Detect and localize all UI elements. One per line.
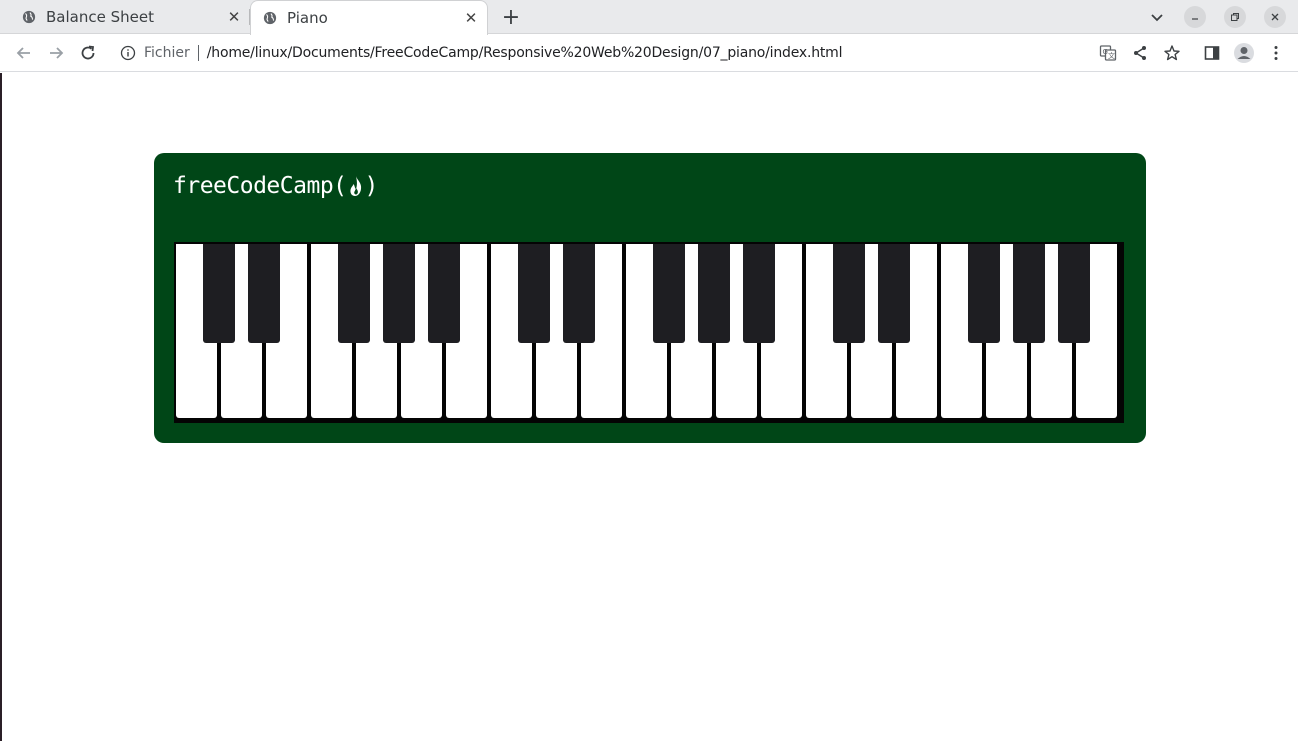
tab-balance-sheet[interactable]: Balance Sheet ✕ [10,0,250,34]
logo-text-suffix: ) [364,173,379,199]
translate-icon: G文 [1099,45,1117,61]
profile-button[interactable] [1232,41,1256,65]
browser-toolbar: Fichier /home/linux/Documents/FreeCodeCa… [0,35,1298,72]
back-button[interactable] [12,41,36,65]
close-icon [1271,13,1279,21]
black-key[interactable] [833,244,865,343]
close-icon[interactable]: ✕ [461,8,481,28]
freecodecamp-logo: freeCodeCamp( ) [173,171,378,201]
tab-title: Piano [287,9,328,27]
logo-text-prefix: freeCodeCamp( [173,173,347,199]
forward-button[interactable] [44,41,68,65]
black-key[interactable] [1058,244,1090,343]
black-key[interactable] [518,244,550,343]
black-key[interactable] [563,244,595,343]
black-key[interactable] [698,244,730,343]
info-icon[interactable] [120,45,136,61]
black-key[interactable] [878,244,910,343]
black-key[interactable] [968,244,1000,343]
side-panel-icon [1204,46,1220,60]
globe-icon [263,11,277,25]
tab-strip: Balance Sheet ✕ Piano ✕ + [0,0,1298,35]
tab-piano[interactable]: Piano ✕ [250,0,488,35]
restore-icon [1231,13,1239,21]
black-key[interactable] [383,244,415,343]
fire-icon [349,176,361,196]
black-key[interactable] [338,244,370,343]
arrow-left-icon [16,47,30,59]
close-window-button[interactable] [1264,6,1286,28]
tab-title: Balance Sheet [46,8,154,26]
chevron-down-icon [1151,14,1163,22]
more-vertical-icon [1274,46,1278,60]
close-icon[interactable]: ✕ [224,7,244,27]
black-key[interactable] [743,244,775,343]
black-key[interactable] [1013,244,1045,343]
minimize-icon [1192,18,1198,20]
avatar-icon [1234,43,1254,63]
black-key[interactable] [428,244,460,343]
globe-icon [22,10,36,24]
tab-search-button[interactable] [1146,6,1168,28]
address-bar[interactable]: Fichier /home/linux/Documents/FreeCodeCa… [110,38,1110,68]
scheme-label: Fichier [144,45,190,61]
share-button[interactable] [1128,41,1152,65]
piano: freeCodeCamp( ) [154,153,1146,443]
scheme-separator [197,45,199,61]
restore-button[interactable] [1224,6,1246,28]
new-tab-button[interactable]: + [499,5,523,30]
page-content: freeCodeCamp( ) [0,73,1298,741]
black-key[interactable] [653,244,685,343]
black-key[interactable] [203,244,235,343]
side-panel-button[interactable] [1200,41,1224,65]
minimize-button[interactable] [1184,6,1206,28]
reload-icon [81,45,95,60]
reload-button[interactable] [76,41,100,65]
svg-text:文: 文 [1108,51,1115,60]
translate-button[interactable]: G文 [1096,41,1120,65]
bookmark-button[interactable] [1160,41,1184,65]
arrow-right-icon [50,47,64,59]
menu-button[interactable] [1264,41,1288,65]
share-icon [1134,46,1146,60]
black-key[interactable] [248,244,280,343]
url-text[interactable]: /home/linux/Documents/FreeCodeCamp/Respo… [207,45,843,61]
star-icon [1164,45,1180,61]
piano-keys [174,242,1124,423]
